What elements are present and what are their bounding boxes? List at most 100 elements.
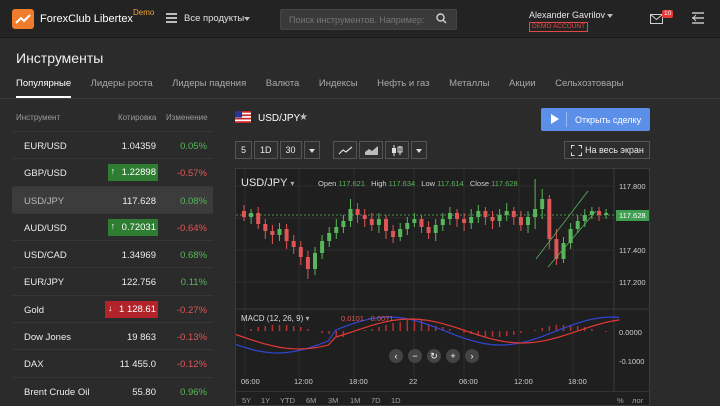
macd-values: 0.0101 -0.0071 [341, 314, 394, 323]
notification-badge: 10 [662, 10, 674, 18]
tab-agriculture[interactable]: Сельхозтовары [555, 78, 623, 98]
side-panel-icon[interactable] [692, 11, 704, 25]
column-header-quote[interactable]: Котировка [118, 113, 156, 122]
instrument-row[interactable]: Dow Jones 19 863 -0.13% [12, 322, 213, 349]
scroll-right-icon[interactable]: › [465, 349, 479, 363]
tab-popular[interactable]: Популярные [16, 78, 72, 98]
instrument-quote: ↑ 1.22898 [107, 164, 158, 182]
fullscreen-label: На весь экран [585, 145, 644, 155]
candle-body [305, 257, 310, 269]
zoom-out-icon[interactable]: − [408, 349, 422, 363]
instrument-quote: 1.34969 [122, 250, 156, 261]
candle-body [433, 225, 438, 233]
all-products-menu[interactable]: Все продукты [184, 13, 244, 24]
macd-tick: 0.0000 [619, 328, 642, 337]
range-1d[interactable]: 1D [391, 396, 401, 405]
instrument-row[interactable]: EUR/JPY 122.756 0.11% [12, 267, 213, 294]
range-6m[interactable]: 6M [306, 396, 316, 405]
column-header-change[interactable]: Изменение [166, 113, 208, 122]
chart-symbol-label[interactable]: USD/JPY ▾ [241, 177, 294, 189]
macd-tick: -0.1000 [619, 357, 645, 366]
time-tick: 22 [409, 377, 418, 386]
quote-value: 1.04359 [121, 141, 156, 152]
instrument-row[interactable]: USD/JPY 117.628 0.08% [12, 185, 213, 213]
instrument-row[interactable]: Gold ↓ 1 128.61 -0.27% [12, 294, 213, 322]
timeframe-30[interactable]: 30 [279, 141, 302, 159]
timeframe-dropdown[interactable] [303, 141, 320, 159]
chevron-down-icon [416, 149, 422, 153]
instrument-change: 0.96% [180, 386, 207, 398]
open-trade-button[interactable]: Открыть сделку [541, 108, 650, 131]
range-1m[interactable]: 1M [350, 396, 360, 405]
category-tabs: Популярные Лидеры роста Лидеры падения В… [16, 78, 640, 98]
instrument-change: -0.13% [176, 332, 207, 344]
chart-controls: ‹ − ↻ + › [389, 349, 484, 363]
range-5y[interactable]: 5Y [242, 396, 251, 405]
candlestick-chart-icon[interactable] [385, 141, 409, 159]
user-name[interactable]: Alexander Gavrilov [529, 10, 605, 20]
scroll-left-icon[interactable]: ‹ [389, 349, 403, 363]
brand-logo[interactable] [12, 9, 34, 29]
chevron-down-icon[interactable] [607, 14, 613, 18]
timeframe-1d[interactable]: 1D [254, 141, 278, 159]
instrument-change: -0.27% [176, 304, 207, 316]
divider [0, 98, 720, 99]
line-chart-icon[interactable] [333, 141, 357, 159]
area-chart-icon[interactable] [359, 141, 383, 159]
tab-currency[interactable]: Валюта [266, 78, 300, 98]
open-trade-label: Открыть сделку [575, 115, 642, 125]
price-tick: 117.400 [619, 246, 646, 255]
instrument-quote: 1.04359 [122, 141, 156, 152]
instrument-change: -0.12% [176, 359, 207, 371]
search-input[interactable] [280, 9, 457, 30]
instrument-quote: 11 455.0 [120, 359, 156, 370]
fullscreen-button[interactable]: На весь экран [564, 141, 650, 159]
candle-body [369, 219, 374, 225]
tab-stocks[interactable]: Акции [509, 78, 536, 98]
menu-icon[interactable] [166, 13, 177, 23]
price-chart[interactable]: USD/JPY ▾ Open 117.621 High 117.634 Low … [235, 168, 650, 406]
candle-body [490, 217, 495, 221]
candle-body [483, 211, 488, 217]
instrument-row[interactable]: Brent Crude Oil 55.80 0.96% [12, 376, 213, 404]
favorite-star-icon[interactable]: ★ [299, 112, 308, 123]
instrument-row[interactable]: GBP/USD ↑ 1.22898 -0.57% [12, 158, 213, 185]
tab-indices[interactable]: Индексы [319, 78, 358, 98]
candle-body [419, 219, 424, 227]
brand-name[interactable]: ForexClub Libertex [40, 13, 133, 25]
tab-oil-gas[interactable]: Нефть и газ [377, 78, 429, 98]
range-3m[interactable]: 3M [328, 396, 338, 405]
search-icon[interactable] [436, 13, 447, 24]
time-tick: 18:00 [568, 377, 587, 386]
range-ytd[interactable]: YTD [280, 396, 295, 405]
chevron-down-icon[interactable] [244, 17, 250, 21]
instrument-name: EUR/JPY [24, 277, 65, 289]
scale-percent[interactable]: % [617, 396, 624, 405]
chart-type-dropdown[interactable] [411, 141, 427, 159]
candle-body [455, 213, 459, 219]
tab-gainers[interactable]: Лидеры роста [91, 78, 153, 98]
range-1y[interactable]: 1Y [261, 396, 270, 405]
candle-body [426, 227, 431, 233]
instrument-row[interactable]: USD/CAD 1.34969 0.68% [12, 240, 213, 267]
zoom-in-icon[interactable]: + [446, 349, 460, 363]
instrument-row[interactable]: EUR/USD 1.04359 0.05% [12, 131, 213, 158]
timeframe-5[interactable]: 5 [235, 141, 253, 159]
macd-value: 0.0101 [341, 314, 364, 323]
tab-metals[interactable]: Металлы [449, 78, 489, 98]
macd-indicator-label[interactable]: MACD (12, 26, 9) ▾ [241, 314, 310, 323]
range-7d[interactable]: 7D [371, 396, 381, 405]
column-header-instrument[interactable]: Инструмент [16, 113, 60, 122]
instrument-row[interactable]: DAX 11 455.0 -0.12% [12, 349, 213, 376]
divider [566, 112, 567, 127]
arrow-down-icon: ↓ [108, 302, 113, 313]
chart-canvas[interactable] [236, 169, 650, 406]
scale-log[interactable]: лог [632, 396, 643, 405]
candle-body [263, 224, 268, 231]
time-tick: 12:00 [514, 377, 533, 386]
instrument-row[interactable]: AUD/USD ↑ 0.72031 -0.64% [12, 212, 213, 240]
candle-body [256, 213, 261, 224]
tab-losers[interactable]: Лидеры падения [172, 78, 246, 98]
instrument-change: 0.08% [180, 195, 207, 207]
reset-icon[interactable]: ↻ [427, 349, 441, 363]
